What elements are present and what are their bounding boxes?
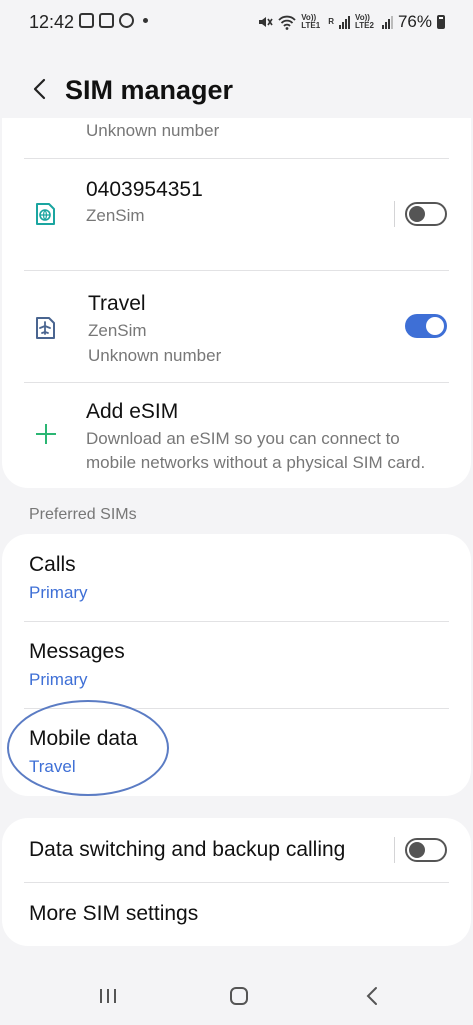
app-notification-icon (99, 13, 114, 28)
mute-icon (259, 17, 273, 27)
sim-toggle-travel[interactable] (405, 314, 447, 338)
vertical-separator (394, 837, 395, 863)
network-lte2-label: Vo)) LTE2 (354, 13, 374, 30)
preferred-sims-section-label: Preferred SIMs (29, 506, 137, 523)
add-esim-label: Add eSIM (86, 400, 179, 423)
navigation-bar (0, 968, 473, 1025)
header: SIM manager (0, 62, 473, 118)
data-switching-toggle[interactable] (405, 838, 447, 862)
preferred-sims-card: Calls Primary Messages Primary Mobile da… (2, 534, 471, 796)
sim-number: Unknown number (88, 346, 222, 365)
screen: 12:42 Vo)) LTE1 R Vo)) LTE2 76% SIM mana… (0, 0, 473, 1025)
add-esim-description-line1: Download an eSIM so you can connect to (86, 429, 400, 448)
sim-item-travel[interactable]: Travel ZenSim Unknown number (2, 271, 471, 382)
network-lte1-label: Vo)) LTE1 (301, 13, 321, 30)
home-icon (230, 987, 248, 1005)
battery-icon (437, 15, 445, 29)
battery-percentage: 76% (397, 12, 432, 31)
notification-icons (79, 13, 148, 28)
vertical-separator (394, 201, 395, 227)
back-icon (366, 987, 377, 1005)
status-bar: 12:42 Vo)) LTE1 R Vo)) LTE2 76% (0, 0, 473, 44)
preferred-item-label: Messages (29, 640, 125, 663)
add-esim-description-line2: mobile networks without a physical SIM c… (86, 453, 426, 472)
preferred-item-value: Primary (29, 670, 88, 689)
page-title: SIM manager (65, 75, 234, 105)
chevron-left-icon (33, 78, 46, 100)
globe-sim-icon (32, 201, 58, 227)
roaming-label: R (328, 17, 334, 26)
recent-apps-button[interactable] (88, 980, 128, 1012)
preferred-mobile-data-item[interactable]: Mobile data Travel (2, 709, 471, 796)
preferred-messages-item[interactable]: Messages Primary (2, 622, 471, 708)
sim-list-card: Unknown number 0403954351 ZenSim Travel … (2, 118, 471, 488)
more-notifications-icon (143, 18, 148, 23)
back-button[interactable] (22, 72, 56, 106)
recent-apps-icon (100, 989, 116, 1003)
more-settings-card: Data switching and backup calling More S… (2, 818, 471, 946)
data-switching-item[interactable]: Data switching and backup calling (2, 818, 471, 882)
sim-name: 0403954351 (86, 178, 203, 201)
sim-carrier: ZenSim (86, 206, 145, 225)
gallery-notification-icon (79, 13, 94, 28)
more-sim-settings-item[interactable]: More SIM settings (2, 883, 471, 946)
status-time: 12:42 (29, 12, 75, 32)
partial-sim-number: Unknown number (86, 121, 220, 140)
data-switching-label: Data switching and backup calling (29, 838, 346, 861)
preferred-item-value: Travel (29, 757, 76, 776)
add-esim-item[interactable]: Add eSIM Download an eSIM so you can con… (2, 383, 471, 488)
more-sim-settings-label: More SIM settings (29, 902, 199, 925)
airplane-sim-icon (32, 315, 58, 341)
sim-carrier: ZenSim (88, 321, 147, 340)
back-nav-button[interactable] (352, 980, 392, 1012)
status-indicators: Vo)) LTE1 R Vo)) LTE2 76% (257, 12, 445, 32)
plus-icon (33, 421, 59, 447)
sim-name: Travel (88, 292, 146, 315)
signal2-icon (381, 15, 393, 29)
preferred-item-label: Mobile data (29, 727, 138, 750)
signal1-icon (338, 15, 350, 29)
preferred-calls-item[interactable]: Calls Primary (2, 534, 471, 621)
preferred-item-value: Primary (29, 583, 88, 602)
sim-item-0403954351[interactable]: 0403954351 ZenSim (2, 159, 471, 270)
shield-notification-icon (119, 13, 134, 28)
home-button[interactable] (219, 980, 259, 1012)
wifi-icon (278, 15, 296, 30)
sim-toggle-0403954351[interactable] (405, 202, 447, 226)
preferred-item-label: Calls (29, 553, 76, 576)
